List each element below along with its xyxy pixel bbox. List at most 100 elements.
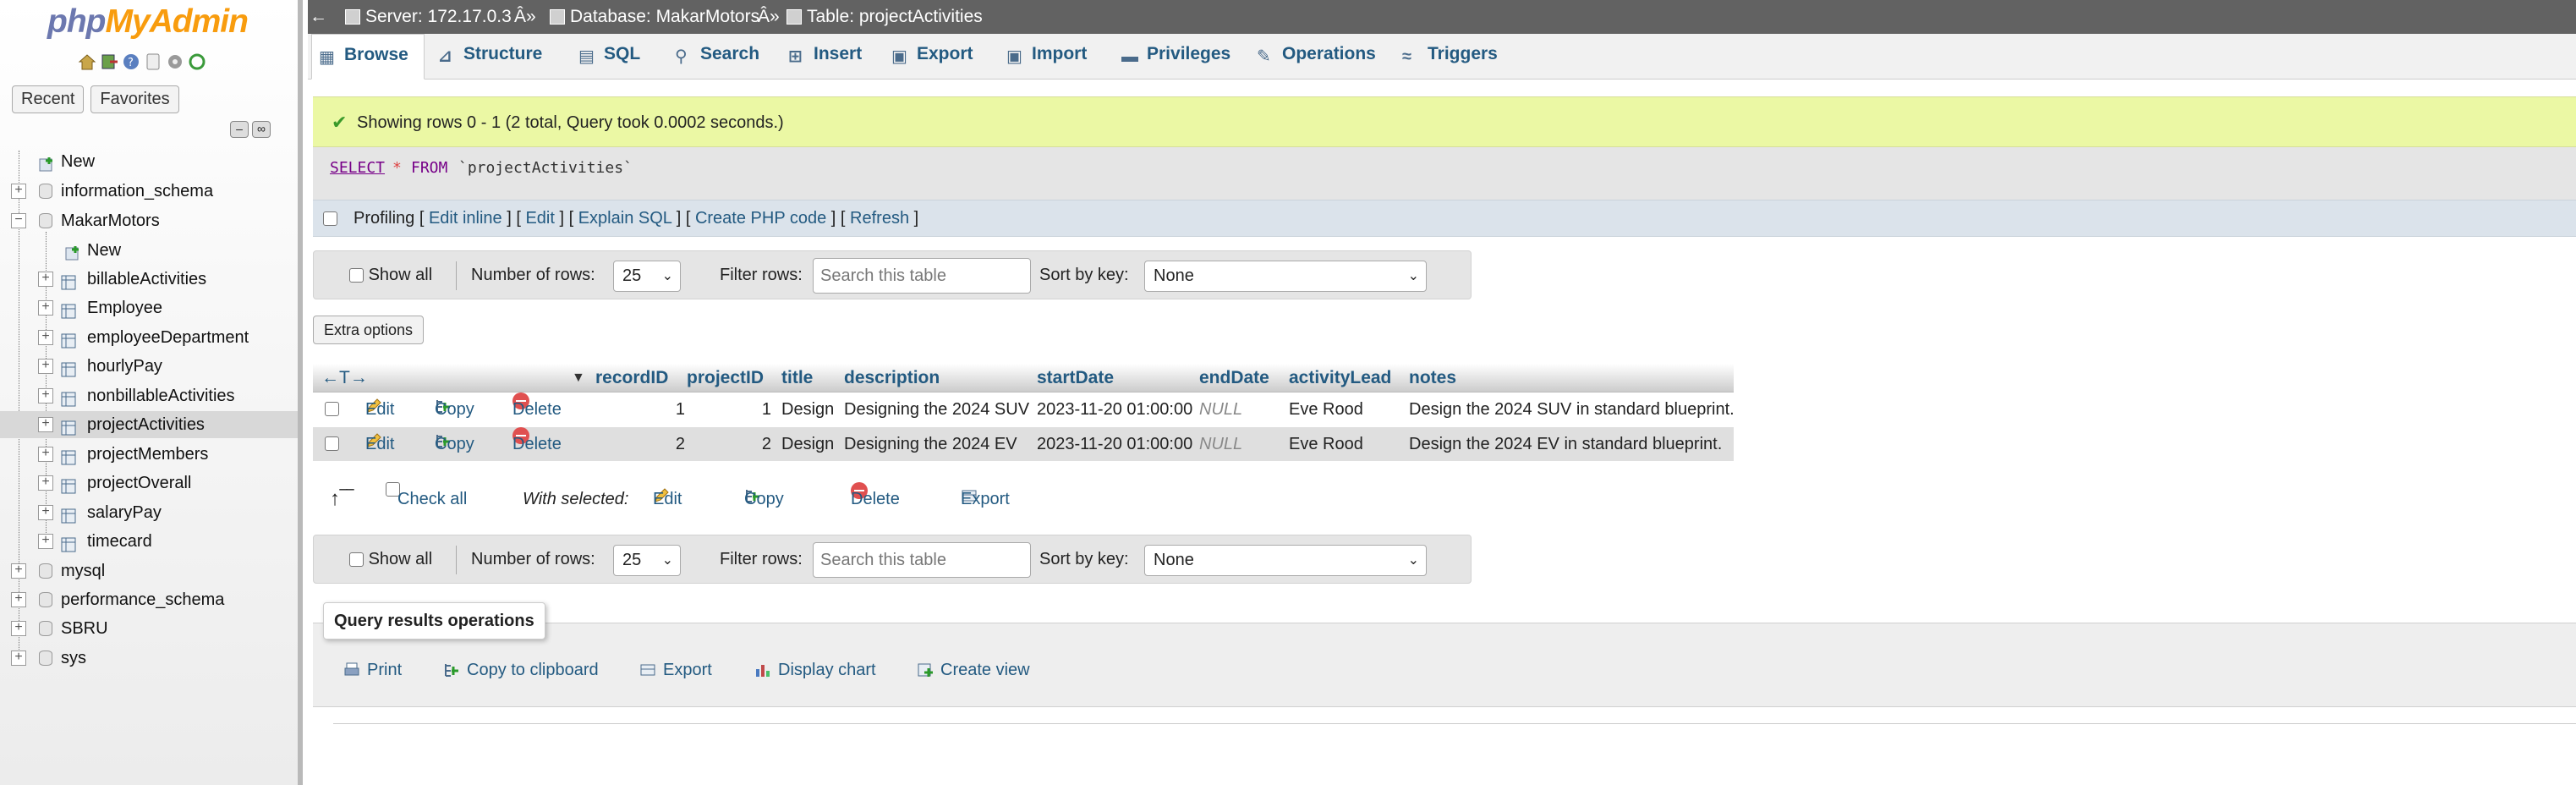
tree-item-new-database[interactable]: New — [0, 148, 298, 175]
nav-tab-favorites[interactable]: Favorites — [90, 85, 179, 113]
back-arrow-icon[interactable]: ← — [310, 0, 327, 34]
tree-table-billableactivities[interactable]: + billableActivities — [0, 266, 298, 293]
tree-table-projectactivities[interactable]: + projectActivities — [0, 411, 298, 438]
cell-description[interactable]: Designing the 2024 EV — [844, 427, 1017, 461]
filter-rows-input[interactable]: Search this table — [813, 258, 1031, 294]
sort-indicator-icon[interactable]: ▼ — [572, 364, 585, 392]
expand-icon[interactable]: + — [11, 184, 26, 199]
expand-icon[interactable]: + — [11, 621, 26, 636]
tree-table-timecard[interactable]: + timecard — [0, 528, 298, 555]
cell-enddate[interactable]: NULL — [1199, 427, 1242, 461]
reload-icon[interactable] — [188, 52, 206, 71]
column-header-activitylead[interactable]: activityLead — [1289, 364, 1391, 392]
column-header-title[interactable]: title — [781, 364, 813, 392]
cell-activitylead[interactable]: Eve Rood — [1289, 427, 1363, 461]
expand-icon[interactable]: + — [38, 272, 53, 287]
extra-options-button[interactable]: Extra options — [313, 316, 425, 344]
cell-projectid[interactable]: 1 — [753, 392, 771, 426]
tree-db-performance-schema[interactable]: + performance_schema — [0, 586, 298, 613]
profiling-checkbox[interactable] — [323, 211, 337, 226]
filter-rows-input[interactable]: Search this table — [813, 542, 1031, 578]
sort-by-key-select[interactable]: None ⌄ — [1144, 261, 1427, 292]
nav-tab-recent[interactable]: Recent — [12, 85, 85, 113]
exit-icon[interactable] — [100, 52, 118, 71]
cell-projectid[interactable]: 2 — [753, 427, 771, 461]
row-checkbox[interactable] — [325, 402, 339, 416]
print-button[interactable]: Print — [343, 657, 402, 683]
docs-icon[interactable] — [144, 52, 162, 71]
expand-icon[interactable]: + — [11, 651, 26, 666]
tab-sql[interactable]: ▤ SQL — [572, 34, 640, 80]
show-all-control[interactable]: Show all — [349, 535, 432, 583]
expand-icon[interactable]: + — [38, 300, 53, 316]
cell-recordid[interactable]: 1 — [668, 392, 685, 426]
edit-inline-link[interactable]: Edit inline — [429, 209, 502, 228]
expand-icon[interactable]: + — [11, 592, 26, 607]
column-header-projectid[interactable]: projectID — [687, 364, 764, 392]
column-header-startdate[interactable]: startDate — [1037, 364, 1114, 392]
expand-icon[interactable]: + — [38, 388, 53, 403]
tree-table-salarypay[interactable]: + salaryPay — [0, 499, 298, 526]
num-rows-select[interactable]: 25 ⌄ — [613, 545, 681, 576]
link-with-main-icon[interactable]: ∞ — [252, 121, 271, 138]
expand-icon[interactable]: + — [11, 563, 26, 579]
column-header-description[interactable]: description — [844, 364, 940, 392]
collapse-all-icon[interactable]: – — [230, 121, 249, 138]
breadcrumb-table[interactable]: Table: projectActivities — [787, 0, 983, 34]
tree-table-hourlypay[interactable]: + hourlyPay — [0, 353, 298, 380]
expand-icon[interactable]: + — [38, 447, 53, 462]
cell-notes[interactable]: Design the 2024 SUV in standard blueprin… — [1409, 392, 1735, 426]
tree-item-new-table[interactable]: New — [0, 237, 298, 264]
refresh-link[interactable]: Refresh — [850, 209, 909, 228]
column-header-notes[interactable]: notes — [1409, 364, 1456, 392]
expand-icon[interactable]: + — [38, 330, 53, 345]
home-icon[interactable] — [78, 52, 96, 71]
cell-startdate[interactable]: 2023-11-20 01:00:00 — [1037, 392, 1192, 426]
edit-link[interactable]: Edit — [525, 209, 554, 228]
sort-by-key-select[interactable]: None ⌄ — [1144, 545, 1427, 576]
cell-activitylead[interactable]: Eve Rood — [1289, 392, 1363, 426]
create-view-button[interactable]: Create view — [917, 657, 1030, 683]
tree-db-mysql[interactable]: + mysql — [0, 557, 298, 585]
expand-icon[interactable]: + — [38, 417, 53, 432]
tab-triggers[interactable]: ≈ Triggers — [1395, 34, 1498, 80]
expand-icon[interactable]: + — [38, 475, 53, 491]
breadcrumb-database[interactable]: Database: MakarMotors — [550, 0, 759, 34]
copy-to-clipboard-button[interactable]: Copy to clipboard — [443, 657, 599, 683]
tree-db-sys[interactable]: + sys — [0, 645, 298, 672]
tree-db-makarmotors[interactable]: − MakarMotors — [0, 207, 298, 234]
help-icon[interactable]: ? — [122, 52, 140, 71]
tab-import[interactable]: ▣ Import — [1000, 34, 1087, 80]
tree-table-employeedepartment[interactable]: + employeeDepartment — [0, 324, 298, 351]
show-all-checkbox[interactable] — [349, 268, 364, 283]
show-all-control[interactable]: Show all — [349, 251, 432, 299]
phpmyadmin-logo[interactable]: phpMyAdmin — [47, 3, 249, 41]
expand-icon[interactable]: + — [38, 359, 53, 374]
tree-table-projectmembers[interactable]: + projectMembers — [0, 441, 298, 468]
tree-table-employee[interactable]: + Employee — [0, 294, 298, 321]
tab-search[interactable]: ⚲ Search — [668, 34, 759, 80]
expand-icon[interactable]: + — [38, 505, 53, 520]
cell-title[interactable]: Design — [781, 427, 834, 461]
cell-description[interactable]: Designing the 2024 SUV — [844, 392, 1029, 426]
tree-table-nonbillableactivities[interactable]: + nonbillableActivities — [0, 382, 298, 409]
settings-icon[interactable] — [166, 52, 184, 71]
column-resize-arrows-icon[interactable]: ←T→ — [321, 364, 368, 392]
tree-db-information-schema[interactable]: + information_schema — [0, 178, 298, 205]
cell-startdate[interactable]: 2023-11-20 01:00:00 — [1037, 427, 1192, 461]
collapse-icon[interactable]: − — [11, 213, 26, 228]
export-button[interactable]: Export — [639, 657, 712, 683]
cell-title[interactable]: Design — [781, 392, 834, 426]
num-rows-select[interactable]: 25 ⌄ — [613, 261, 681, 292]
tree-table-projectoverall[interactable]: + projectOverall — [0, 469, 298, 497]
tab-operations[interactable]: ✎ Operations — [1250, 34, 1376, 80]
breadcrumb-server[interactable]: Server: 172.17.0.3 — [345, 0, 512, 34]
tab-insert[interactable]: ⊞ Insert — [781, 34, 862, 80]
tab-privileges[interactable]: ▬ Privileges — [1115, 34, 1230, 80]
create-php-code-link[interactable]: Create PHP code — [695, 209, 826, 228]
row-checkbox[interactable] — [325, 436, 339, 451]
column-header-recordid[interactable]: recordID — [595, 364, 668, 392]
tab-export[interactable]: ▣ Export — [885, 34, 973, 80]
display-chart-button[interactable]: Display chart — [754, 657, 876, 683]
cell-recordid[interactable]: 2 — [668, 427, 685, 461]
